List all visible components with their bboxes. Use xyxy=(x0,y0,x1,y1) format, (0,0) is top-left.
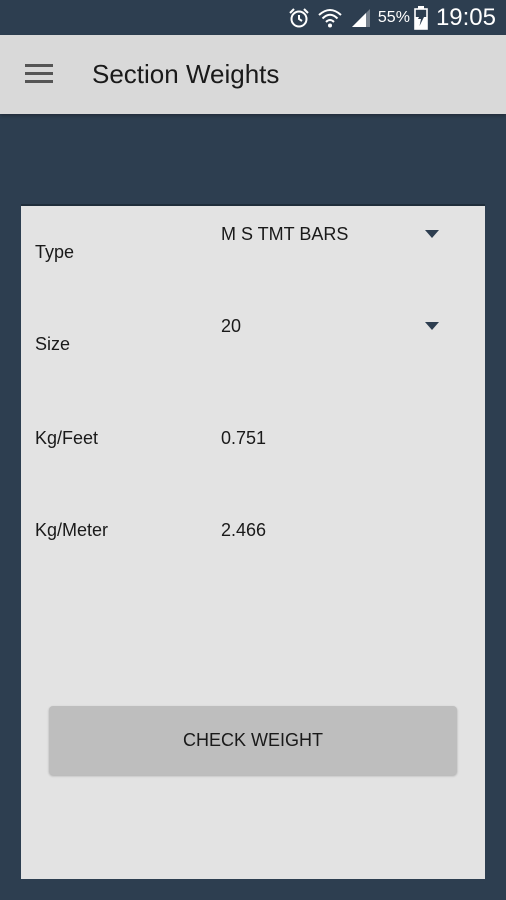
menu-icon[interactable] xyxy=(25,64,53,84)
status-bar: 55% 19:05 xyxy=(0,0,506,35)
size-label: Size xyxy=(35,334,71,354)
kg-feet-label: Kg/Feet xyxy=(35,428,99,448)
wifi-icon xyxy=(318,7,342,29)
size-selected-value: 20 xyxy=(221,316,242,336)
dropdown-arrow-icon xyxy=(425,322,439,330)
type-dropdown[interactable]: M S TMT BARS xyxy=(221,224,439,254)
signal-icon xyxy=(350,7,372,29)
page-title: Section Weights xyxy=(92,59,280,89)
clock: 19:05 xyxy=(435,3,496,31)
kg-meter-label: Kg/Meter xyxy=(35,520,109,540)
type-label: Type xyxy=(35,242,75,262)
type-selected-value: M S TMT BARS xyxy=(221,224,349,244)
alarm-icon xyxy=(288,7,310,29)
dropdown-arrow-icon xyxy=(425,230,439,238)
check-weight-button[interactable]: CHECK WEIGHT xyxy=(49,706,457,775)
section-weight-form: Type M S TMT BARS Size 20 Kg/Feet 0.751 … xyxy=(21,204,485,879)
battery-percent: 55% xyxy=(377,8,410,26)
app-bar: Section Weights xyxy=(0,35,506,114)
size-dropdown[interactable]: 20 xyxy=(221,316,439,346)
kg-feet-value: 0.751 xyxy=(221,428,267,448)
status-icons: 55% 19:05 xyxy=(280,0,496,35)
battery-charging-icon xyxy=(414,5,428,30)
kg-meter-value: 2.466 xyxy=(221,520,267,540)
